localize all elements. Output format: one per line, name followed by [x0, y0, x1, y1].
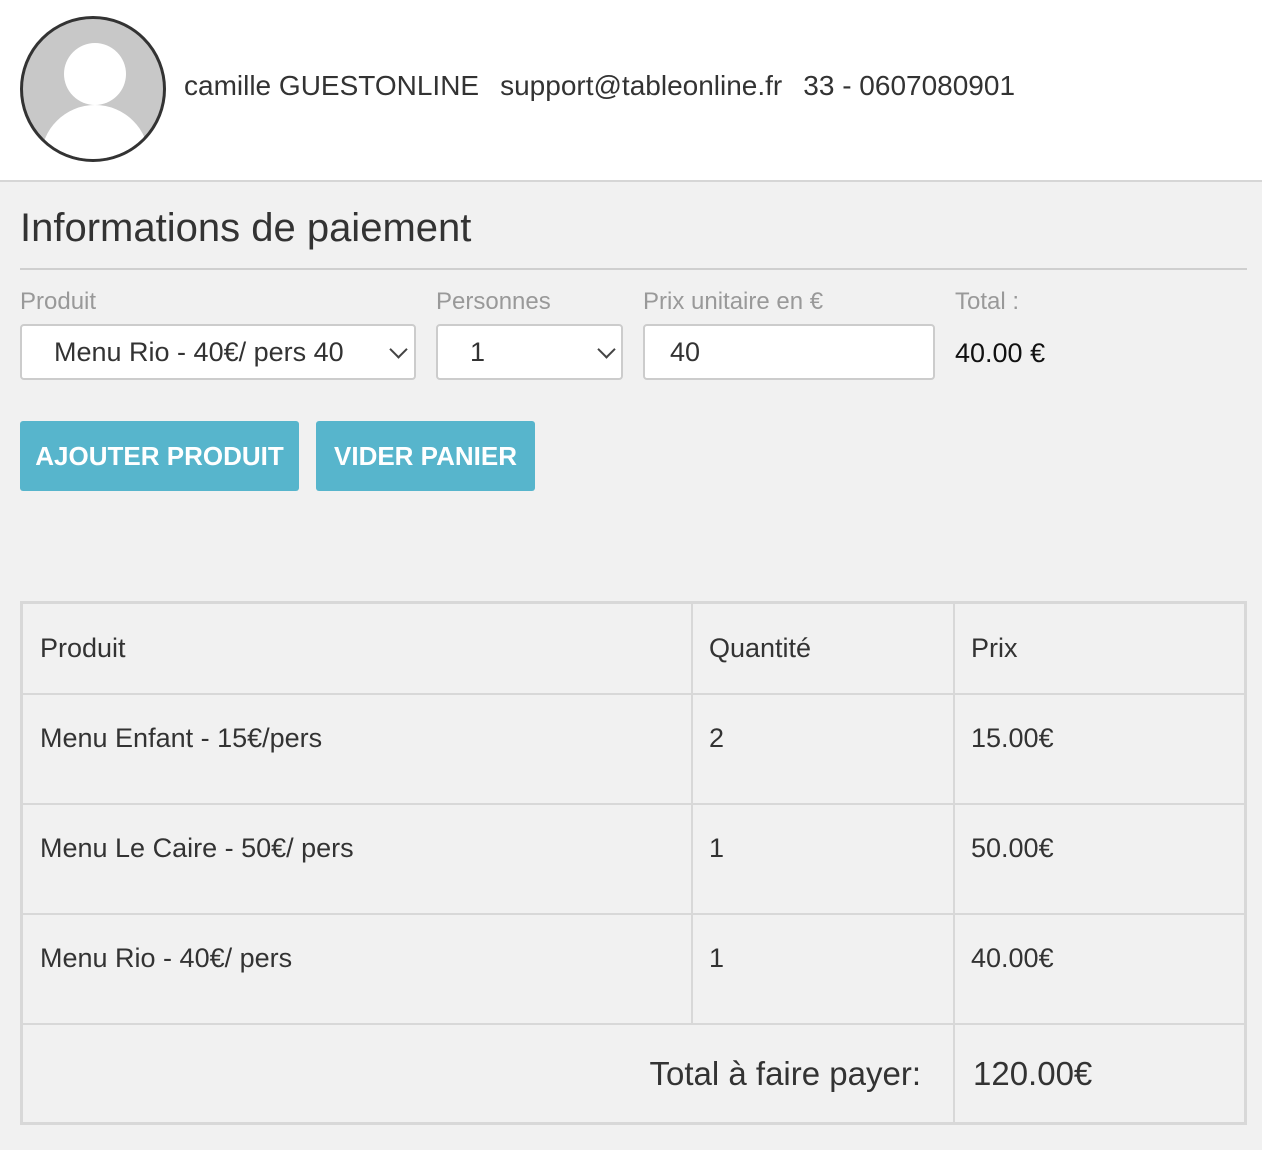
cart-total-label: Total à faire payer: [649, 1055, 921, 1092]
cart-table: Produit Quantité Prix Menu Enfant - 15€/… [20, 601, 1247, 1125]
add-product-button[interactable]: AJOUTER PRODUIT [20, 421, 299, 491]
unit-price-label: Prix unitaire en € [643, 288, 824, 315]
table-row-quantity: 2 [709, 723, 725, 753]
line-total-value: 40.00 € [955, 338, 1046, 368]
product-select[interactable]: Menu Rio - 40€/ pers 40 [20, 324, 416, 380]
user-header: camille GUESTONLINE support@tableonline.f… [0, 0, 1262, 182]
user-contact-info: camille GUESTONLINE support@tableonline.f… [184, 70, 1036, 102]
table-row-quantity: 1 [709, 943, 725, 973]
unit-price-value: 40 [670, 337, 701, 367]
table-row-price: 50.00€ [971, 833, 1054, 863]
column-header-product: Produit [40, 633, 126, 663]
chevron-down-icon [389, 340, 408, 359]
unit-price-input[interactable]: 40 [643, 324, 935, 380]
table-row-price: 40.00€ [971, 943, 1054, 973]
table-row-quantity: 1 [709, 833, 725, 863]
persons-select-value: 1 [470, 337, 486, 367]
cart-total-value: 120.00€ [973, 1055, 1093, 1092]
table-row-product: Menu Enfant - 15€/pers [40, 723, 323, 753]
table-row-product: Menu Rio - 40€/ pers [40, 943, 293, 973]
product-label: Produit [20, 288, 97, 315]
user-name: camille GUESTONLINE [184, 70, 480, 101]
avatar-icon [20, 16, 166, 162]
product-select-value: Menu Rio - 40€/ pers 40 [54, 337, 344, 367]
clear-cart-button[interactable]: VIDER PANIER [316, 421, 535, 491]
user-phone: 33 - 0607080901 [803, 70, 1016, 101]
persons-label: Personnes [436, 288, 551, 315]
column-header-price: Prix [971, 633, 1018, 663]
persons-select[interactable]: 1 [436, 324, 623, 380]
table-row-product: Menu Le Caire - 50€/ pers [40, 833, 354, 863]
table-row-price: 15.00€ [971, 723, 1054, 753]
column-header-quantity: Quantité [709, 633, 812, 663]
user-email: support@tableonline.fr [500, 70, 783, 101]
chevron-down-icon [597, 340, 616, 359]
divider [20, 268, 1247, 270]
total-label: Total : [955, 288, 1020, 315]
page-title: Informations de paiement [20, 206, 472, 250]
